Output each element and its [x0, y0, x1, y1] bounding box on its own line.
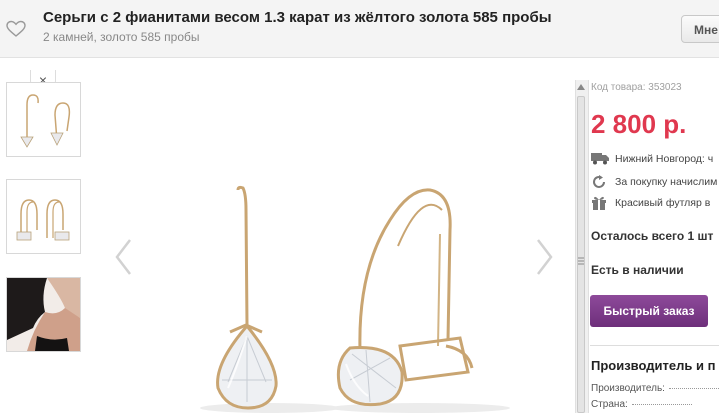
spec-country: Страна:: [591, 399, 692, 410]
gift-icon: [592, 196, 606, 210]
giftbox-info: Красивый футляр в: [591, 195, 719, 211]
chevron-left-icon[interactable]: [112, 237, 134, 277]
bonus-info: За покупку начислим: [591, 174, 719, 190]
more-button[interactable]: Мне: [681, 15, 719, 43]
availability-status: Есть в наличии: [591, 263, 684, 277]
remaining-stock: Осталось всего 1 шт: [591, 229, 714, 243]
delivery-info: Нижний Новгород: ч: [591, 151, 719, 167]
quick-order-button[interactable]: Быстрый заказ: [590, 295, 708, 327]
refresh-icon: [593, 175, 605, 188]
chevron-right-icon[interactable]: [534, 237, 556, 277]
product-subtitle: 2 камней, золото 585 пробы: [43, 30, 200, 44]
scroll-up-arrow-icon[interactable]: [577, 84, 585, 90]
spec-manufacturer: Производитель:: [591, 383, 719, 394]
product-main-image: [200, 185, 510, 413]
product-price: 2 800 р.: [591, 109, 687, 139]
thumbnail-earrings-side[interactable]: [6, 179, 81, 254]
spec-label: Страна:: [591, 399, 628, 410]
heart-icon[interactable]: [6, 20, 26, 38]
delivery-text: Нижний Новгород: ч: [615, 153, 714, 165]
divider: [590, 345, 719, 346]
manufacturer-section-title: Производитель и п: [591, 358, 716, 373]
bonus-text: За покупку начислим: [615, 176, 718, 188]
product-header: Серьги с 2 фианитами весом 1.3 карат из …: [0, 0, 719, 58]
product-title: Серьги с 2 фианитами весом 1.3 карат из …: [43, 9, 552, 26]
truck-icon: [591, 153, 609, 165]
grip-icon: [578, 257, 584, 265]
thumbnail-model-wearing[interactable]: [6, 277, 81, 352]
product-code: Код товара: 353023: [591, 82, 682, 93]
scrollbar-thumb[interactable]: [577, 96, 585, 413]
spec-label: Производитель:: [591, 383, 665, 394]
giftbox-text: Красивый футляр в: [615, 197, 711, 209]
thumbnail-earrings-front[interactable]: [6, 82, 81, 157]
